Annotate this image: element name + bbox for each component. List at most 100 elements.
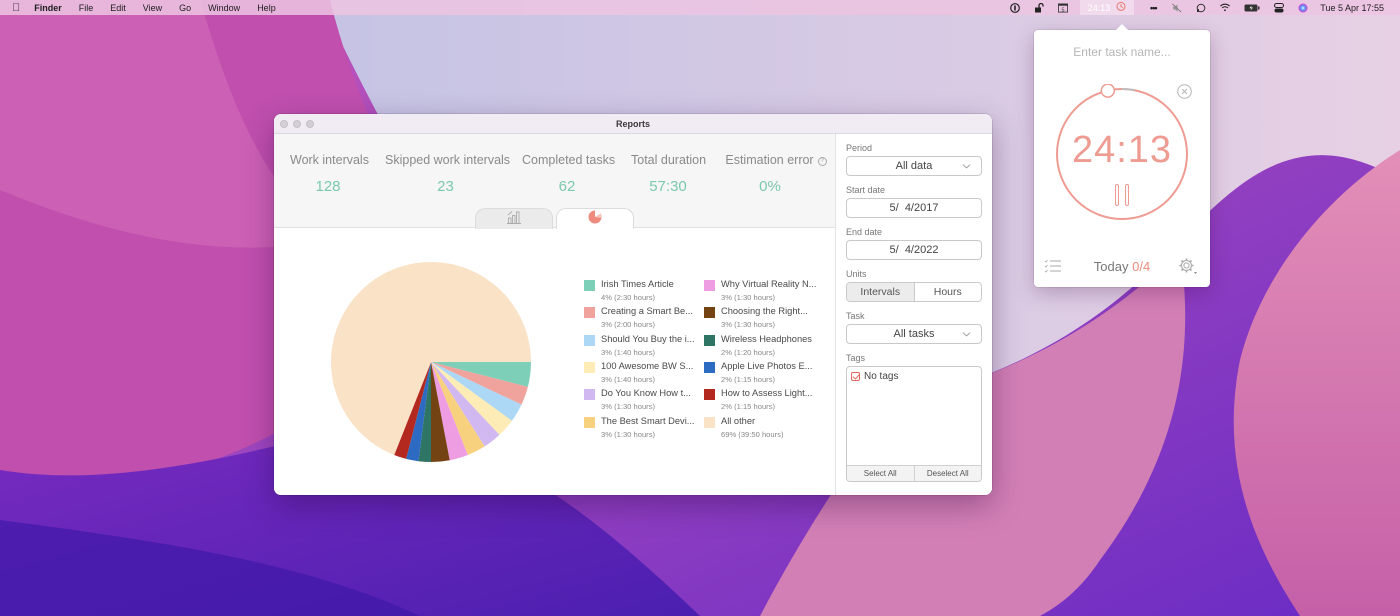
menu-view[interactable]: View: [143, 3, 162, 13]
period-select[interactable]: All data: [846, 156, 982, 176]
bar-chart-icon: [506, 209, 522, 229]
legend-item: How to Assess Light... 2% (1:15 hours): [704, 388, 826, 415]
stat-label-text: Estimation error: [725, 153, 814, 167]
siri-icon[interactable]: [1298, 3, 1308, 13]
tab-bar-chart[interactable]: [475, 208, 553, 229]
headset-icon[interactable]: [1196, 3, 1206, 13]
popover-footer: Today 0/4: [1034, 256, 1210, 276]
tags-list: No tags Select All Deselect All: [846, 366, 982, 482]
legend-detail: 3% (1:40 hours): [601, 374, 656, 384]
legend-item: Wireless Headphones 2% (1:20 hours): [704, 334, 826, 361]
deselect-all-button[interactable]: Deselect All: [915, 466, 982, 481]
select-all-button[interactable]: Select All: [847, 466, 915, 481]
legend-detail: 3% (2:00 hours): [601, 320, 656, 330]
legend-item: Apple Live Photos E... 2% (1:15 hours): [704, 361, 826, 388]
start-date-field[interactable]: 5/ 4/2017: [846, 198, 982, 218]
units-label: Units: [846, 269, 867, 279]
apple-menu-icon[interactable]: : [12, 2, 20, 14]
legend-item: Choosing the Right... 3% (1:30 hours): [704, 306, 826, 333]
stat-skipped-intervals: Skipped work intervals 23: [385, 153, 511, 195]
units-hours[interactable]: Hours: [915, 283, 982, 301]
legend-detail: 3% (1:30 hours): [721, 320, 776, 330]
legend-swatch: [704, 389, 715, 401]
lock-icon[interactable]: [1034, 2, 1044, 13]
legend-swatch: [704, 361, 715, 373]
pause-bar: [1115, 184, 1119, 206]
battery-icon[interactable]: [1244, 3, 1260, 13]
legend-swatch: [584, 307, 595, 319]
menu-app-name[interactable]: Finder: [34, 3, 62, 13]
control-center-icon[interactable]: [1274, 2, 1285, 13]
stat-value: 62: [558, 178, 576, 195]
task-name-input[interactable]: [1044, 42, 1200, 62]
period-label: Period: [846, 143, 873, 153]
legend-detail: 2% (1:20 hours): [721, 347, 776, 357]
legend-swatch: [584, 361, 595, 373]
legend-item: All other 69% (39:50 hours): [704, 416, 826, 443]
task-value: All tasks: [893, 328, 935, 340]
legend-item: Why Virtual Reality N... 3% (1:30 hours): [704, 279, 826, 306]
legend-detail: 3% (1:30 hours): [601, 402, 656, 412]
more-icon[interactable]: •••: [1148, 3, 1158, 13]
period-value: All data: [895, 160, 933, 172]
gear-icon[interactable]: [1178, 257, 1198, 275]
menu-help[interactable]: Help: [257, 3, 276, 13]
legend-label: Apple Live Photos E...: [721, 360, 813, 371]
task-label: Task: [846, 311, 865, 321]
task-select[interactable]: All tasks: [846, 324, 982, 344]
menubar-clock[interactable]: Tue 5 Apr 17:55: [1320, 3, 1384, 13]
chevron-down-icon: [962, 332, 971, 337]
dial-knob[interactable]: [1100, 84, 1116, 98]
filter-sidebar: Period All data Start date 5/ 4/2017 End…: [835, 134, 992, 495]
legend-item: 100 Awesome BW S... 3% (1:40 hours): [584, 361, 706, 388]
menu-window[interactable]: Window: [208, 3, 240, 13]
start-date-label: Start date: [846, 185, 886, 195]
menu-file[interactable]: File: [79, 3, 94, 13]
tag-checkbox[interactable]: [851, 372, 860, 381]
menu-bar:  Finder File Edit View Go Window Help 5…: [0, 0, 1400, 15]
stat-value: 128: [315, 178, 341, 195]
stat-label: Skipped work intervals: [385, 153, 511, 167]
pie-chart-icon: [588, 210, 602, 229]
1password-icon[interactable]: [1009, 2, 1020, 13]
stop-timer-icon[interactable]: [1177, 84, 1192, 99]
tag-item[interactable]: No tags: [847, 367, 981, 386]
legend-label: Creating a Smart Be...: [601, 306, 693, 317]
calendar-icon[interactable]: 5: [1057, 3, 1068, 13]
end-date-value: 5/ 4/2022: [889, 244, 939, 256]
legend-item: Do You Know How t... 3% (1:30 hours): [584, 388, 706, 415]
end-date-field[interactable]: 5/ 4/2022: [846, 240, 982, 260]
menu-edit[interactable]: Edit: [110, 3, 126, 13]
menubar-timer[interactable]: 24:13: [1079, 0, 1135, 15]
legend-label: Wireless Headphones: [721, 333, 812, 344]
legend-label: Should You Buy the i...: [601, 333, 695, 344]
legend-label: All other: [721, 415, 756, 426]
wifi-icon[interactable]: [1220, 3, 1231, 13]
stat-total-duration: Total duration 57:30: [631, 153, 706, 195]
tags-label: Tags: [846, 353, 866, 363]
end-date-label: End date: [846, 227, 883, 237]
pie-chart: [331, 262, 531, 462]
pause-bar: [1125, 184, 1129, 206]
legend-item: Irish Times Article 4% (2:30 hours): [584, 279, 706, 306]
legend-label: Irish Times Article: [601, 279, 674, 289]
menu-go[interactable]: Go: [179, 3, 191, 13]
legend-label: How to Assess Light...: [721, 388, 813, 399]
stat-work-intervals: Work intervals 128: [290, 153, 369, 195]
stat-estimation-error: Estimation error? 0%: [724, 153, 828, 195]
stat-label: Estimation error?: [724, 153, 828, 167]
legend-detail: 69% (39:50 hours): [721, 429, 784, 439]
mute-icon[interactable]: [1172, 3, 1182, 13]
tab-pie-chart[interactable]: [556, 208, 634, 230]
units-intervals[interactable]: Intervals: [847, 283, 915, 301]
legend-item: The Best Smart Devi... 3% (1:30 hours): [584, 416, 706, 443]
help-icon[interactable]: ?: [817, 157, 827, 166]
legend-label: Choosing the Right...: [721, 306, 808, 317]
legend-label: Why Virtual Reality N...: [721, 279, 817, 289]
legend-label: 100 Awesome BW S...: [601, 360, 694, 371]
stats-panel: Work intervals 128 Skipped work interval…: [274, 134, 835, 230]
pause-button[interactable]: [1115, 184, 1129, 206]
legend-item: Creating a Smart Be... 3% (2:00 hours): [584, 306, 706, 333]
legend-detail: 3% (1:30 hours): [601, 429, 656, 439]
title-bar[interactable]: Reports: [274, 114, 992, 134]
